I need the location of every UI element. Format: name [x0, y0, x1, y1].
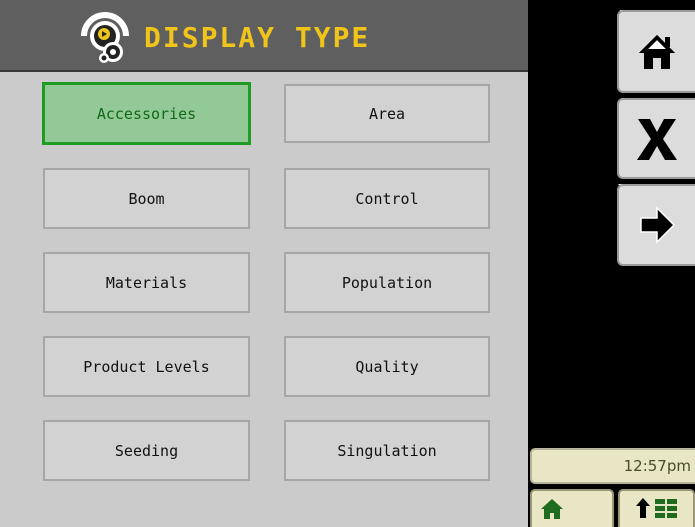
boom-button[interactable]: Boom — [43, 168, 250, 229]
home-softkey-button[interactable] — [617, 10, 695, 93]
population-button[interactable]: Population — [284, 252, 490, 313]
next-softkey-button[interactable] — [617, 184, 695, 266]
arrow-right-icon — [640, 206, 676, 244]
quality-button[interactable]: Quality — [284, 336, 490, 397]
control-button[interactable]: Control — [284, 168, 490, 229]
materials-button[interactable]: Materials — [43, 252, 250, 313]
layout-tab[interactable] — [618, 489, 695, 527]
page-title: DISPLAY TYPE — [144, 21, 371, 54]
home-icon — [541, 499, 563, 519]
home-icon — [639, 34, 675, 69]
display-type-gear-icon — [81, 12, 129, 63]
display-type-panel: DISPLAY TYPE Accessories Area Boom Contr… — [0, 0, 528, 527]
title-bar: DISPLAY TYPE — [0, 0, 528, 72]
singulation-button[interactable]: Singulation — [284, 420, 490, 481]
area-button[interactable]: Area — [284, 84, 490, 143]
up-arrow-layout-icon — [635, 498, 677, 518]
clock-display: 12:57pm — [530, 448, 695, 484]
close-softkey-button[interactable] — [617, 98, 695, 179]
seeding-button[interactable]: Seeding — [43, 420, 250, 481]
home-tab[interactable] — [530, 489, 614, 527]
product-levels-button[interactable]: Product Levels — [43, 336, 250, 397]
accessories-button[interactable]: Accessories — [42, 82, 251, 145]
close-icon — [637, 118, 677, 160]
